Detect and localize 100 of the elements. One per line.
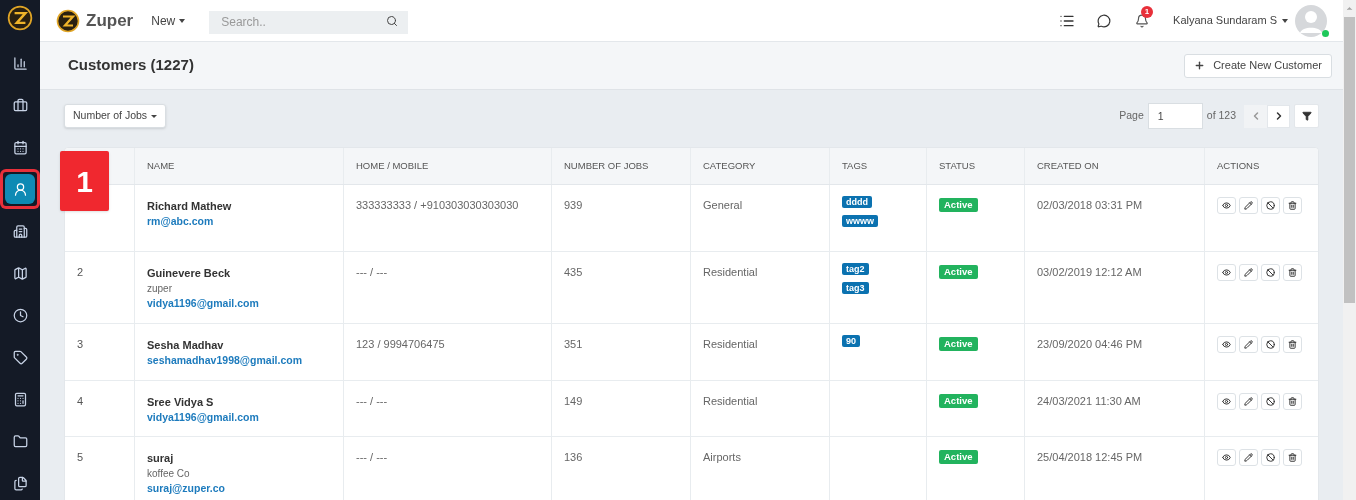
person-icon	[12, 181, 28, 197]
action-button[interactable]	[1261, 449, 1280, 466]
sort-dropdown[interactable]: Number of Jobs	[64, 104, 167, 128]
customer-name: Sesha Madhav	[147, 338, 225, 353]
action-button[interactable]	[1261, 336, 1280, 353]
action-button[interactable]	[1283, 393, 1302, 410]
action-button[interactable]	[1217, 197, 1236, 214]
folder-icon	[12, 433, 28, 449]
jobs-count: 435	[564, 266, 583, 278]
status-badge: Active	[939, 450, 978, 464]
created-date: 23/09/2020 04:46 PM	[1037, 338, 1143, 350]
scroll-thumb[interactable]	[1344, 17, 1355, 303]
tag-icon	[12, 349, 28, 365]
building-icon	[12, 223, 28, 239]
action-button[interactable]	[1217, 336, 1236, 353]
calendar-icon	[12, 139, 28, 155]
action-button[interactable]	[1283, 336, 1302, 353]
category-text: Residential	[703, 266, 758, 278]
action-button[interactable]	[1261, 393, 1280, 410]
page-total: of 123	[1206, 108, 1236, 124]
category-text: Residential	[703, 395, 758, 407]
view-icon	[1222, 453, 1231, 462]
plus-icon	[1194, 60, 1206, 71]
delete-icon	[1288, 397, 1297, 406]
create-customer-button[interactable]: Create New Customer	[1184, 53, 1332, 78]
status-badge: Active	[939, 337, 978, 351]
jobs-count: 939	[564, 199, 583, 211]
email-link[interactable]: vidya1196@gmail.com	[147, 296, 331, 311]
action-button[interactable]	[1261, 264, 1280, 281]
row-number: 4	[77, 395, 84, 407]
phone-text: --- / ---	[356, 395, 388, 407]
files-icon	[12, 475, 28, 491]
created-date: 24/03/2021 11:30 AM	[1037, 395, 1141, 407]
email-link[interactable]: rm@abc.com	[147, 214, 331, 229]
email-link[interactable]: suraj@zuper.co	[147, 481, 331, 496]
calculator-icon	[12, 391, 28, 407]
customer-name: Sree Vidya S	[147, 395, 215, 410]
status-badge: Active	[939, 265, 978, 279]
next-page-button[interactable]	[1267, 104, 1290, 128]
pencil-icon	[1244, 453, 1253, 462]
action-button[interactable]	[1283, 449, 1302, 466]
tag-badge: dddd	[842, 196, 872, 208]
tag-badge: tag2	[842, 263, 869, 275]
search-icon	[386, 15, 399, 27]
phone-text: 333333333 / +910303030303030	[356, 199, 519, 211]
column-header: STATUS	[939, 158, 976, 173]
created-date: 25/04/2018 12:45 PM	[1037, 451, 1143, 463]
chat-icon[interactable]	[1097, 13, 1112, 28]
row-number: 3	[77, 338, 84, 350]
pencil-icon	[1244, 268, 1253, 277]
bell-icon[interactable]	[1135, 13, 1150, 28]
filter-button[interactable]	[1294, 104, 1319, 128]
page-field[interactable]: 1	[1147, 103, 1203, 129]
row-number: 5	[77, 451, 84, 463]
customer-name: Richard Mathew	[147, 199, 233, 214]
briefcase-icon	[12, 97, 28, 113]
column-header: NUMBER OF JOBS	[564, 158, 649, 173]
brand-name: Zuper	[86, 9, 134, 32]
callout-badge: 1	[60, 151, 109, 211]
view-icon	[1222, 268, 1231, 277]
action-button[interactable]	[1217, 449, 1236, 466]
map-icon	[12, 265, 28, 281]
new-menu[interactable]: New	[151, 11, 186, 30]
email-link[interactable]: seshamadhav1998@gmail.com	[147, 353, 331, 368]
category-text: General	[703, 199, 743, 211]
view-icon	[1222, 340, 1231, 349]
view-icon	[1222, 201, 1231, 210]
pencil-icon	[1244, 397, 1253, 406]
jobs-count: 136	[564, 451, 583, 463]
phone-text: 123 / 9994706475	[356, 338, 445, 350]
block-icon	[1266, 453, 1275, 462]
company-name: zuper	[147, 282, 173, 296]
clock-icon	[12, 307, 28, 323]
action-button[interactable]	[1217, 264, 1236, 281]
delete-icon	[1288, 201, 1297, 210]
category-text: Airports	[703, 451, 741, 463]
user-menu[interactable]: Kalyana Sundaram S	[1173, 12, 1288, 29]
delete-icon	[1288, 453, 1297, 462]
customer-name: suraj	[147, 451, 175, 466]
column-header: ACTIONS	[1217, 158, 1260, 173]
status-badge: Active	[939, 198, 978, 212]
column-header: HOME / MOBILE	[356, 158, 429, 173]
logo-icon	[56, 8, 80, 33]
block-icon	[1266, 397, 1275, 406]
pencil-icon	[1244, 201, 1253, 210]
category-text: Residential	[703, 338, 758, 350]
action-button[interactable]	[1217, 393, 1236, 410]
search-field[interactable]: Search..	[209, 10, 409, 34]
action-button[interactable]	[1283, 264, 1302, 281]
email-link[interactable]: vidya1196@gmail.com	[147, 410, 331, 425]
phone-text: --- / ---	[356, 266, 388, 278]
logo-icon	[7, 4, 33, 31]
action-button[interactable]	[1261, 197, 1280, 214]
action-button[interactable]	[1283, 197, 1302, 214]
column-header: CREATED ON	[1037, 158, 1099, 173]
block-icon	[1266, 268, 1275, 277]
block-icon	[1266, 340, 1275, 349]
view-icon	[1222, 397, 1231, 406]
page-label: Page	[1119, 108, 1144, 124]
row-number: 2	[77, 266, 84, 278]
